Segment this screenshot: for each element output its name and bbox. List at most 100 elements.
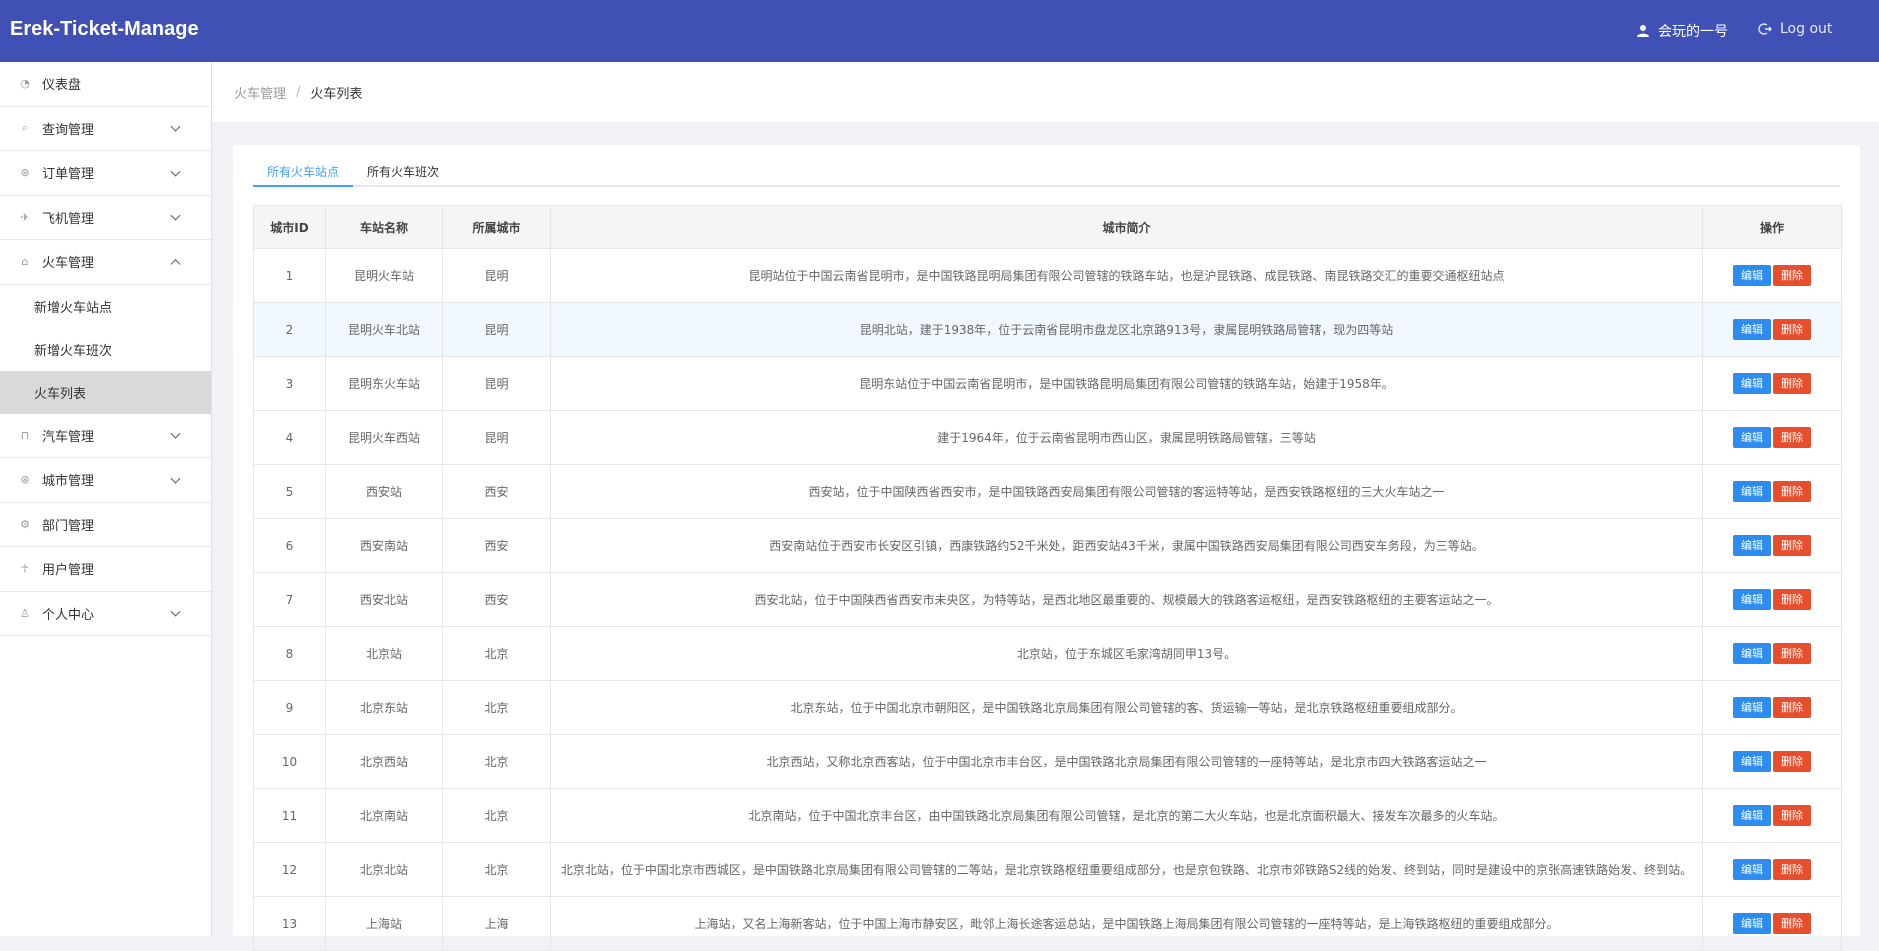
delete-button[interactable]: 删除: [1773, 319, 1811, 340]
cell-description: 上海站，又名上海新客站，位于中国上海市静安区，毗邻上海长途客运总站，是中国铁路上…: [550, 896, 1703, 951]
cell-actions: 编辑 删除: [1702, 896, 1842, 951]
table-row[interactable]: 8 北京站 北京 北京站，位于东城区毛家湾胡同甲13号。 编辑 删除: [253, 626, 1842, 681]
table-row[interactable]: 7 西安北站 西安 西安北站，位于中国陕西省西安市未央区，为特等站，是西北地区最重要的…: [253, 572, 1842, 627]
cell-city: 昆明: [442, 302, 551, 357]
chevron-down-icon: [170, 428, 181, 439]
edit-button[interactable]: 编辑: [1733, 643, 1771, 664]
breadcrumb-current: 火车列表: [310, 86, 363, 102]
sidebar-subitem-train-list[interactable]: 火车列表: [0, 370, 211, 414]
cell-city-id: 2: [253, 302, 326, 357]
dashboard-icon: ◔: [20, 77, 30, 91]
cell-city: 北京: [442, 842, 551, 897]
delete-button[interactable]: 删除: [1773, 535, 1811, 556]
edit-button[interactable]: 编辑: [1733, 535, 1771, 556]
delete-button[interactable]: 删除: [1773, 427, 1811, 448]
logout-button[interactable]: Log out: [1758, 21, 1832, 37]
sidebar-item-cars[interactable]: ⊓ 汽车管理: [0, 414, 211, 458]
table-row[interactable]: 11 北京南站 北京 北京南站，位于中国北京丰台区，由中国铁路北京局集团有限公司管辖，…: [253, 788, 1842, 843]
sidebar-item-departments[interactable]: ⚙ 部门管理: [0, 503, 211, 547]
stations-table: 城市ID 车站名称 所属城市 城市简介 操作 1 昆明火车站 昆明 昆明站位于中国云南…: [253, 205, 1842, 951]
delete-button[interactable]: 删除: [1773, 859, 1811, 880]
sidebar-item-label: 火车管理: [42, 256, 95, 272]
cell-city-id: 12: [253, 842, 326, 897]
sidebar-subitem-add-schedule[interactable]: 新增火车班次: [0, 328, 211, 371]
table-row[interactable]: 4 昆明火车西站 昆明 建于1964年，位于云南省昆明市西山区，隶属昆明铁路局管辖，三…: [253, 410, 1842, 465]
sidebar-item-cities[interactable]: ⊛ 城市管理: [0, 458, 211, 503]
sidebar-item-query[interactable]: ⌕ 查询管理: [0, 107, 211, 151]
column-header-city: 所属城市: [442, 205, 551, 249]
app-logo[interactable]: Erek-Ticket-Manage: [10, 18, 199, 41]
edit-button[interactable]: 编辑: [1733, 805, 1771, 826]
table-row[interactable]: 3 昆明东火车站 昆明 昆明东站位于中国云南省昆明市，是中国铁路昆明局集团有限公司管辖…: [253, 356, 1842, 411]
chevron-down-icon: [170, 166, 181, 177]
sidebar-item-label: 汽车管理: [42, 429, 95, 445]
chevron-down-icon: [170, 121, 181, 132]
edit-button[interactable]: 编辑: [1733, 751, 1771, 772]
cell-station-name: 昆明东火车站: [325, 356, 443, 411]
sidebar-subitem-add-station[interactable]: 新增火车站点: [0, 285, 211, 328]
user-menu[interactable]: 会玩的一号: [1636, 21, 1728, 41]
cell-actions: 编辑 删除: [1702, 302, 1842, 357]
delete-button[interactable]: 删除: [1773, 805, 1811, 826]
main-panel: 所有火车站点 所有火车班次 城市ID 车站名称 所属城市 城市简介 操作 1 昆明…: [233, 145, 1860, 951]
user-name: 会玩的一号: [1658, 24, 1728, 40]
cell-city: 上海: [442, 896, 551, 951]
edit-button[interactable]: 编辑: [1733, 859, 1771, 880]
cell-city-id: 6: [253, 518, 326, 573]
edit-button[interactable]: 编辑: [1733, 265, 1771, 286]
sidebar: ◔ 仪表盘 ⌕ 查询管理 ⊛ 订单管理 ✈ 飞机管理 ⌂ 火车管理 新增火车站点 新增火车…: [0, 62, 212, 936]
cell-city: 北京: [442, 734, 551, 789]
cell-actions: 编辑 删除: [1702, 626, 1842, 681]
sidebar-item-label: 部门管理: [42, 518, 95, 534]
cell-city: 昆明: [442, 410, 551, 465]
edit-button[interactable]: 编辑: [1733, 697, 1771, 718]
sidebar-item-label: 城市管理: [42, 474, 95, 490]
sidebar-item-profile[interactable]: ♙ 个人中心: [0, 592, 211, 636]
table-row[interactable]: 10 北京西站 北京 北京西站，又称北京西客站，位于中国北京市丰台区，是中国铁路北京局…: [253, 734, 1842, 789]
column-header-description: 城市简介: [550, 205, 1703, 249]
sidebar-item-users[interactable]: ☥ 用户管理: [0, 547, 211, 592]
breadcrumb: 火车管理 / 火车列表: [212, 62, 1879, 122]
table-row[interactable]: 5 西安站 西安 西安站，位于中国陕西省西安市，是中国铁路西安局集团有限公司管辖的客运…: [253, 464, 1842, 519]
edit-button[interactable]: 编辑: [1733, 427, 1771, 448]
cell-city-id: 7: [253, 572, 326, 627]
table-row[interactable]: 2 昆明火车北站 昆明 昆明北站，建于1938年，位于云南省昆明市盘龙区北京路913号…: [253, 302, 1842, 357]
cell-station-name: 北京东站: [325, 680, 443, 735]
cell-city: 昆明: [442, 356, 551, 411]
cell-actions: 编辑 删除: [1702, 680, 1842, 735]
table-row[interactable]: 13 上海站 上海 上海站，又名上海新客站，位于中国上海市静安区，毗邻上海长途客运总站…: [253, 896, 1842, 951]
delete-button[interactable]: 删除: [1773, 373, 1811, 394]
sidebar-item-orders[interactable]: ⊛ 订单管理: [0, 151, 211, 196]
edit-button[interactable]: 编辑: [1733, 589, 1771, 610]
tab-all-stations[interactable]: 所有火车站点: [253, 161, 354, 187]
table-row[interactable]: 6 西安南站 西安 西安南站位于西安市长安区引镇，西康铁路约52千米处，距西安站43千…: [253, 518, 1842, 573]
delete-button[interactable]: 删除: [1773, 643, 1811, 664]
table-row[interactable]: 9 北京东站 北京 北京东站，位于中国北京市朝阳区，是中国铁路北京局集团有限公司管辖的…: [253, 680, 1842, 735]
delete-button[interactable]: 删除: [1773, 481, 1811, 502]
cell-city: 北京: [442, 788, 551, 843]
sidebar-item-dashboard[interactable]: ◔ 仪表盘: [0, 62, 211, 107]
edit-button[interactable]: 编辑: [1733, 319, 1771, 340]
edit-button[interactable]: 编辑: [1733, 913, 1771, 934]
cell-station-name: 昆明火车站: [325, 248, 443, 303]
table-row[interactable]: 12 北京北站 北京 北京北站，位于中国北京市西城区，是中国铁路北京局集团有限公司管辖…: [253, 842, 1842, 897]
delete-button[interactable]: 删除: [1773, 913, 1811, 934]
delete-button[interactable]: 删除: [1773, 697, 1811, 718]
edit-button[interactable]: 编辑: [1733, 373, 1771, 394]
cell-description: 西安南站位于西安市长安区引镇，西康铁路约52千米处，距西安站43千米，隶属中国铁…: [550, 518, 1703, 573]
edit-button[interactable]: 编辑: [1733, 481, 1771, 502]
cell-city-id: 13: [253, 896, 326, 951]
department-icon: ⚙: [20, 517, 30, 531]
sidebar-item-trains[interactable]: ⌂ 火车管理: [0, 240, 211, 285]
search-icon: ⌕: [21, 121, 29, 135]
breadcrumb-parent[interactable]: 火车管理: [234, 83, 286, 102]
table-row[interactable]: 1 昆明火车站 昆明 昆明站位于中国云南省昆明市，是中国铁路昆明局集团有限公司管辖的铁…: [253, 248, 1842, 303]
delete-button[interactable]: 删除: [1773, 265, 1811, 286]
sidebar-item-planes[interactable]: ✈ 飞机管理: [0, 196, 211, 240]
delete-button[interactable]: 删除: [1773, 589, 1811, 610]
tab-all-schedules[interactable]: 所有火车班次: [353, 161, 453, 185]
plane-icon: ✈: [20, 210, 30, 224]
delete-button[interactable]: 删除: [1773, 751, 1811, 772]
cell-actions: 编辑 删除: [1702, 572, 1842, 627]
user-admin-icon: ☥: [20, 562, 30, 576]
